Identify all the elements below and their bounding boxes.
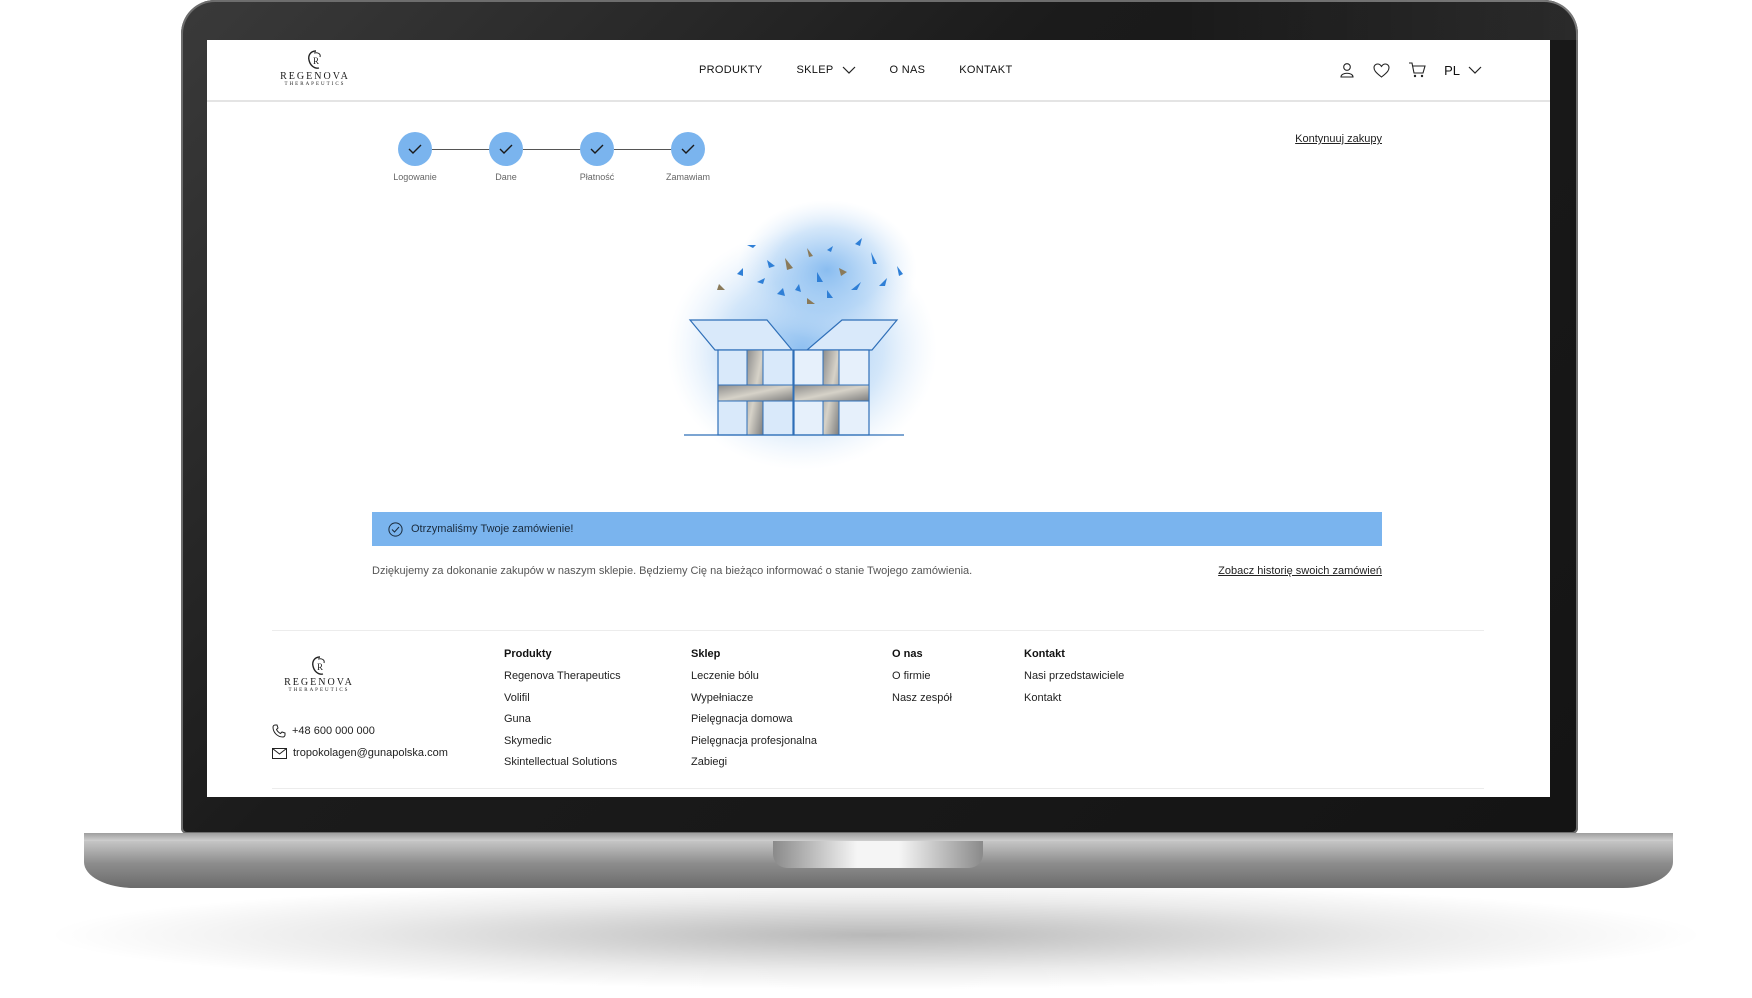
footer-link[interactable]: Wypełniacze <box>691 688 817 710</box>
check-circle-icon <box>388 521 403 537</box>
heart-icon[interactable] <box>1373 62 1390 78</box>
footer-link[interactable]: O firmie <box>892 666 952 688</box>
footer-col-heading: O nas <box>892 648 923 660</box>
cart-icon[interactable] <box>1408 62 1426 78</box>
brand-tagline: THERAPEUTICS <box>284 82 346 87</box>
footer-col-o-nas: O nas O firmie Nasz zespół <box>892 648 952 709</box>
footer-link[interactable]: Zabiegi <box>691 752 817 774</box>
footer-col-heading: Produkty <box>504 648 552 660</box>
brand-mark-icon: R <box>308 50 321 69</box>
step-label: Dane <box>495 172 517 182</box>
svg-text:R: R <box>317 662 323 672</box>
brand-name: REGENOVA <box>280 71 350 82</box>
step-complete-badge <box>671 132 705 166</box>
check-icon <box>408 144 422 154</box>
continue-shopping-link[interactable]: Kontynuuj zakupy <box>1295 133 1382 145</box>
step-complete-badge <box>580 132 614 166</box>
phone-icon <box>272 724 286 738</box>
nav-item-sklep[interactable]: SKLEP <box>797 64 856 76</box>
footer-link[interactable]: Pielęgnacja domowa <box>691 709 817 731</box>
step-label: Zamawiam <box>665 172 710 182</box>
footer-link[interactable]: Pielęgnacja profesjonalna <box>691 731 817 753</box>
step-zamawiam[interactable]: Zamawiam <box>648 132 728 182</box>
laptop-mockup: R REGENOVA THERAPEUTICS PRODUKTY SKLEP O… <box>0 0 1752 998</box>
footer-link[interactable]: Leczenie bólu <box>691 666 817 688</box>
main-nav: PRODUKTY SKLEP O NAS KONTAKT <box>699 64 1012 76</box>
step-label: Logowanie <box>393 172 437 182</box>
footer-link[interactable]: Guna <box>504 709 621 731</box>
brand-mark-icon: R <box>312 656 325 675</box>
footer-link[interactable]: Volifil <box>504 688 621 710</box>
gift-box-illustration <box>667 200 937 470</box>
footer-link[interactable]: Regenova Therapeutics <box>504 666 621 688</box>
laptop-notch <box>773 841 983 868</box>
nav-sklep-label: SKLEP <box>796 64 834 76</box>
footer-col-heading: Sklep <box>691 648 721 660</box>
user-icon[interactable] <box>1339 62 1355 78</box>
footer-contact: +48 600 000 000 tropokolagen@gunapolska.… <box>272 720 448 764</box>
site-header: R REGENOVA THERAPEUTICS PRODUKTY SKLEP O… <box>207 40 1550 102</box>
footer-link[interactable]: Nasz zespół <box>892 688 952 710</box>
header-logo[interactable]: R REGENOVA THERAPEUTICS <box>277 49 353 88</box>
language-label: PL <box>1444 62 1460 78</box>
check-icon <box>681 144 695 154</box>
step-complete-badge <box>489 132 523 166</box>
order-history-link[interactable]: Zobacz historię swoich zamówień <box>1218 565 1382 577</box>
footer-col-kontakt: Kontakt Nasi przedstawiciele Kontakt <box>1024 648 1124 709</box>
laptop-shadow <box>40 880 1712 990</box>
footer-link[interactable]: Skintellectual Solutions <box>504 752 621 774</box>
footer-col-sklep: Sklep Leczenie bólu Wypełniacze Pielęgna… <box>691 648 817 774</box>
nav-item-kontakt[interactable]: KONTAKT <box>959 64 1012 76</box>
brand-tagline: THERAPEUTICS <box>288 688 350 693</box>
order-success-banner: Otrzymaliśmy Twoje zamówienie! <box>372 512 1382 546</box>
footer-link[interactable]: Nasi przedstawiciele <box>1024 666 1124 688</box>
footer-phone[interactable]: +48 600 000 000 <box>272 720 448 742</box>
step-logowanie[interactable]: Logowanie <box>375 132 455 182</box>
nav-item-produkty[interactable]: PRODUKTY <box>699 64 763 76</box>
nav-item-o-nas[interactable]: O NAS <box>890 64 926 76</box>
check-icon <box>590 144 604 154</box>
banner-text: Otrzymaliśmy Twoje zamówienie! <box>411 523 574 535</box>
phone-number: +48 600 000 000 <box>292 725 375 737</box>
chevron-down-icon <box>842 66 855 74</box>
step-platnosc[interactable]: Płatność <box>557 132 637 182</box>
brand-name: REGENOVA <box>284 677 354 688</box>
email-address: tropokolagen@gunapolska.com <box>293 747 448 759</box>
svg-text:R: R <box>313 56 319 66</box>
language-selector[interactable]: PL <box>1444 63 1482 78</box>
chevron-down-icon <box>1468 66 1482 74</box>
footer-email[interactable]: tropokolagen@gunapolska.com <box>272 742 448 764</box>
mail-icon <box>272 747 287 759</box>
step-dane[interactable]: Dane <box>466 132 546 182</box>
footer-link[interactable]: Skymedic <box>504 731 621 753</box>
step-label: Płatność <box>579 172 615 182</box>
check-icon <box>499 144 513 154</box>
browser-screen: R REGENOVA THERAPEUTICS PRODUKTY SKLEP O… <box>207 40 1550 797</box>
header-actions: PL <box>1339 62 1482 78</box>
footer-bottom-divider <box>272 788 1484 789</box>
footer-logo[interactable]: R REGENOVA THERAPEUTICS <box>279 655 359 694</box>
footer-divider <box>272 630 1484 631</box>
thanks-message: Dziękujemy za dokonanie zakupów w naszym… <box>372 565 973 577</box>
footer-col-produkty: Produkty Regenova Therapeutics Volifil G… <box>504 648 621 774</box>
footer-col-heading: Kontakt <box>1024 648 1065 660</box>
footer-link[interactable]: Kontakt <box>1024 688 1124 710</box>
step-complete-badge <box>398 132 432 166</box>
